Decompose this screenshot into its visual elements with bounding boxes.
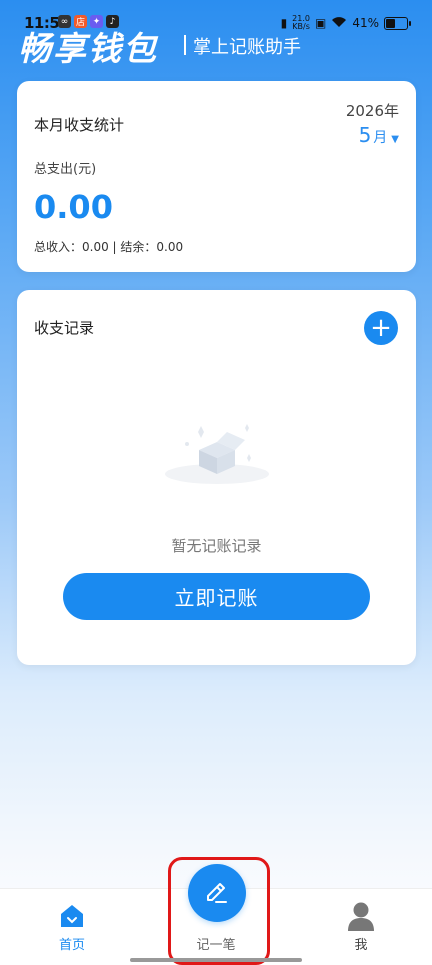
year-label[interactable]: 2026年 xyxy=(346,100,399,121)
monthly-summary-card: 本月收支统计 2026年 5 月 ▼ 总支出(元) 0.00 总收入：0.00 … xyxy=(17,81,416,272)
empty-box-illustration xyxy=(165,424,269,484)
month-unit: 月 xyxy=(373,130,388,146)
net-speed: 21.0 KB/s xyxy=(292,15,310,31)
highlight-box xyxy=(168,857,270,965)
records-title: 收支记录 xyxy=(34,319,95,337)
system-status-icons: ▮ 21.0 KB/s ▣ 41% xyxy=(280,15,411,31)
nav-home[interactable]: 首页 xyxy=(22,889,122,965)
battery-icon xyxy=(384,16,411,30)
month-number: 5 xyxy=(358,123,372,147)
home-icon xyxy=(61,905,83,927)
expense-value: 0.00 xyxy=(34,188,113,226)
app-logo: 畅享钱包 xyxy=(18,29,158,68)
net-speed-unit: KB/s xyxy=(292,22,310,31)
sim-icon: ▣ xyxy=(314,16,327,30)
plus-icon: + xyxy=(370,313,392,343)
home-indicator xyxy=(130,958,302,962)
record-now-button[interactable]: 立即记账 xyxy=(63,573,370,620)
records-card: 收支记录 + 暂无记账记录 立即记账 xyxy=(17,290,416,665)
expense-label: 总支出(元) xyxy=(34,162,97,177)
nav-me[interactable]: 我 xyxy=(311,889,411,965)
income-balance-summary: 总收入：0.00 | 结余：0.00 xyxy=(34,240,184,254)
vibrate-icon: ▮ xyxy=(280,16,288,30)
nav-home-label: 首页 xyxy=(58,938,85,953)
summary-title: 本月收支统计 xyxy=(34,116,125,134)
add-record-button[interactable]: + xyxy=(364,311,398,345)
wifi-icon xyxy=(331,16,347,31)
user-icon xyxy=(348,902,374,931)
header-divider xyxy=(184,35,186,55)
battery-percent: 41% xyxy=(352,16,379,30)
caret-down-icon: ▼ xyxy=(391,134,399,145)
nav-me-label: 我 xyxy=(354,938,368,953)
empty-state-text: 暂无记账记录 xyxy=(171,537,262,555)
app-subtitle: 掌上记账助手 xyxy=(193,37,301,58)
month-selector[interactable]: 5 月 ▼ xyxy=(359,123,399,147)
